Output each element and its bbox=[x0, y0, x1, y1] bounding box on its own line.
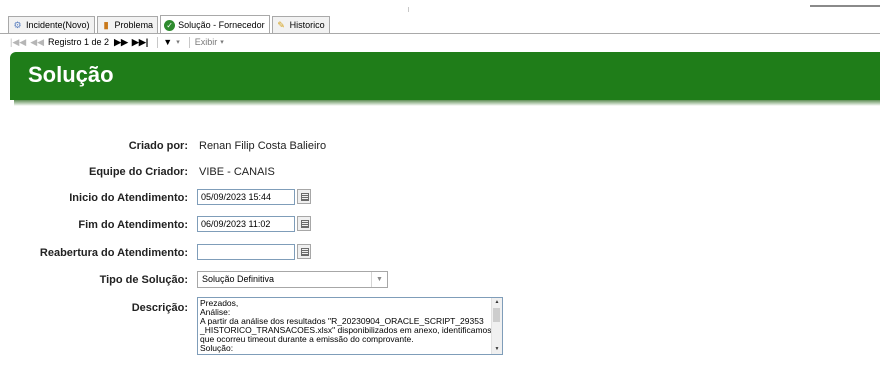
row-tipo: Tipo de Solução: Solução Definitiva ▼ bbox=[0, 271, 880, 291]
calendar-icon[interactable] bbox=[297, 189, 311, 204]
reabertura-label: Reabertura do Atendimento: bbox=[39, 247, 188, 259]
tab-bar: ⚙ Incidente(Novo) ▮ Problema ✓ Solução -… bbox=[8, 14, 332, 34]
scroll-down-icon[interactable]: ▼ bbox=[492, 345, 502, 354]
incident-icon: ⚙ bbox=[13, 19, 22, 30]
tab-label: Solução - Fornecedor bbox=[178, 20, 265, 30]
inicio-date-input[interactable]: 05/09/2023 15:44 bbox=[197, 189, 295, 205]
descricao-label: Descrição: bbox=[131, 302, 188, 314]
problem-icon: ▮ bbox=[103, 19, 109, 30]
criado-por-label: Criado por: bbox=[128, 140, 188, 152]
tab-label: Historico bbox=[289, 20, 325, 30]
section-banner: Solução bbox=[10, 52, 880, 100]
tab-problema[interactable]: ▮ Problema bbox=[96, 16, 159, 33]
equipe-value: VIBE - CANAIS bbox=[199, 166, 275, 178]
view-menu[interactable]: Exibir bbox=[195, 37, 218, 47]
tab-label: Problema bbox=[114, 20, 154, 30]
tab-solucao-fornecedor[interactable]: ✓ Solução - Fornecedor bbox=[160, 15, 270, 34]
row-descricao: Descrição: Prezados, Análise: A partir d… bbox=[0, 297, 880, 357]
row-criado-por: Criado por: Renan Filip Costa Balieiro bbox=[0, 137, 880, 157]
row-inicio: Inicio do Atendimento: 05/09/2023 15:44 bbox=[0, 189, 880, 209]
page-title: Solução bbox=[28, 62, 114, 87]
chevron-down-icon[interactable]: ▾ bbox=[220, 38, 224, 46]
check-icon: ✓ bbox=[164, 19, 176, 31]
inicio-label: Inicio do Atendimento: bbox=[69, 192, 188, 204]
tipo-label: Tipo de Solução: bbox=[99, 274, 188, 286]
chevron-down-icon[interactable]: ▼ bbox=[371, 272, 387, 287]
row-equipe: Equipe do Criador: VIBE - CANAIS bbox=[0, 163, 880, 183]
pencil-icon: ✎ bbox=[277, 19, 285, 30]
row-fim: Fim do Atendimento: 06/09/2023 11:02 bbox=[0, 216, 880, 236]
row-reabertura: Reabertura do Atendimento: bbox=[0, 244, 880, 264]
textarea-scrollbar[interactable]: ▲ ▼ bbox=[491, 298, 502, 354]
filter-icon[interactable]: ▼ bbox=[163, 37, 172, 47]
banner-shadow bbox=[14, 100, 880, 106]
scroll-up-icon[interactable]: ▲ bbox=[492, 298, 502, 307]
tab-label: Incidente(Novo) bbox=[26, 20, 90, 30]
tipo-solucao-value: Solução Definitiva bbox=[202, 274, 275, 284]
fim-label: Fim do Atendimento: bbox=[78, 219, 188, 231]
previous-record-icon[interactable]: ◀◀ bbox=[30, 37, 44, 48]
criado-por-value: Renan Filip Costa Balieiro bbox=[199, 140, 327, 152]
equipe-label: Equipe do Criador: bbox=[89, 166, 188, 178]
scroll-thumb[interactable] bbox=[493, 308, 500, 322]
next-record-icon[interactable]: ▶▶ bbox=[114, 37, 128, 48]
record-navigator: |◀◀ ◀◀ Registro 1 de 2 ▶▶ ▶▶| ▼ ▾ Exibir… bbox=[10, 34, 224, 50]
top-strip bbox=[0, 0, 880, 14]
descricao-line: que ocorreu timeout durante a emissão do… bbox=[200, 334, 414, 344]
fim-date-input[interactable]: 06/09/2023 11:02 bbox=[197, 216, 295, 232]
first-record-icon[interactable]: |◀◀ bbox=[10, 37, 26, 48]
descricao-line: Prezados, bbox=[200, 298, 239, 308]
last-record-icon[interactable]: ▶▶| bbox=[132, 37, 148, 48]
calendar-icon[interactable] bbox=[297, 216, 311, 231]
descricao-line: Solução: bbox=[200, 343, 234, 353]
tab-historico[interactable]: ✎ Historico bbox=[271, 16, 330, 33]
reabertura-date-input[interactable] bbox=[197, 244, 295, 260]
separator bbox=[157, 36, 159, 48]
filter-dropdown-icon[interactable]: ▾ bbox=[176, 38, 180, 46]
record-counter: Registro 1 de 2 bbox=[48, 37, 110, 47]
tab-incidente[interactable]: ⚙ Incidente(Novo) bbox=[8, 16, 95, 33]
calendar-icon[interactable] bbox=[297, 244, 311, 259]
separator bbox=[188, 36, 190, 48]
tipo-solucao-select[interactable]: Solução Definitiva ▼ bbox=[197, 271, 388, 288]
descricao-textarea[interactable]: Prezados, Análise: A partir da análise d… bbox=[197, 297, 503, 355]
